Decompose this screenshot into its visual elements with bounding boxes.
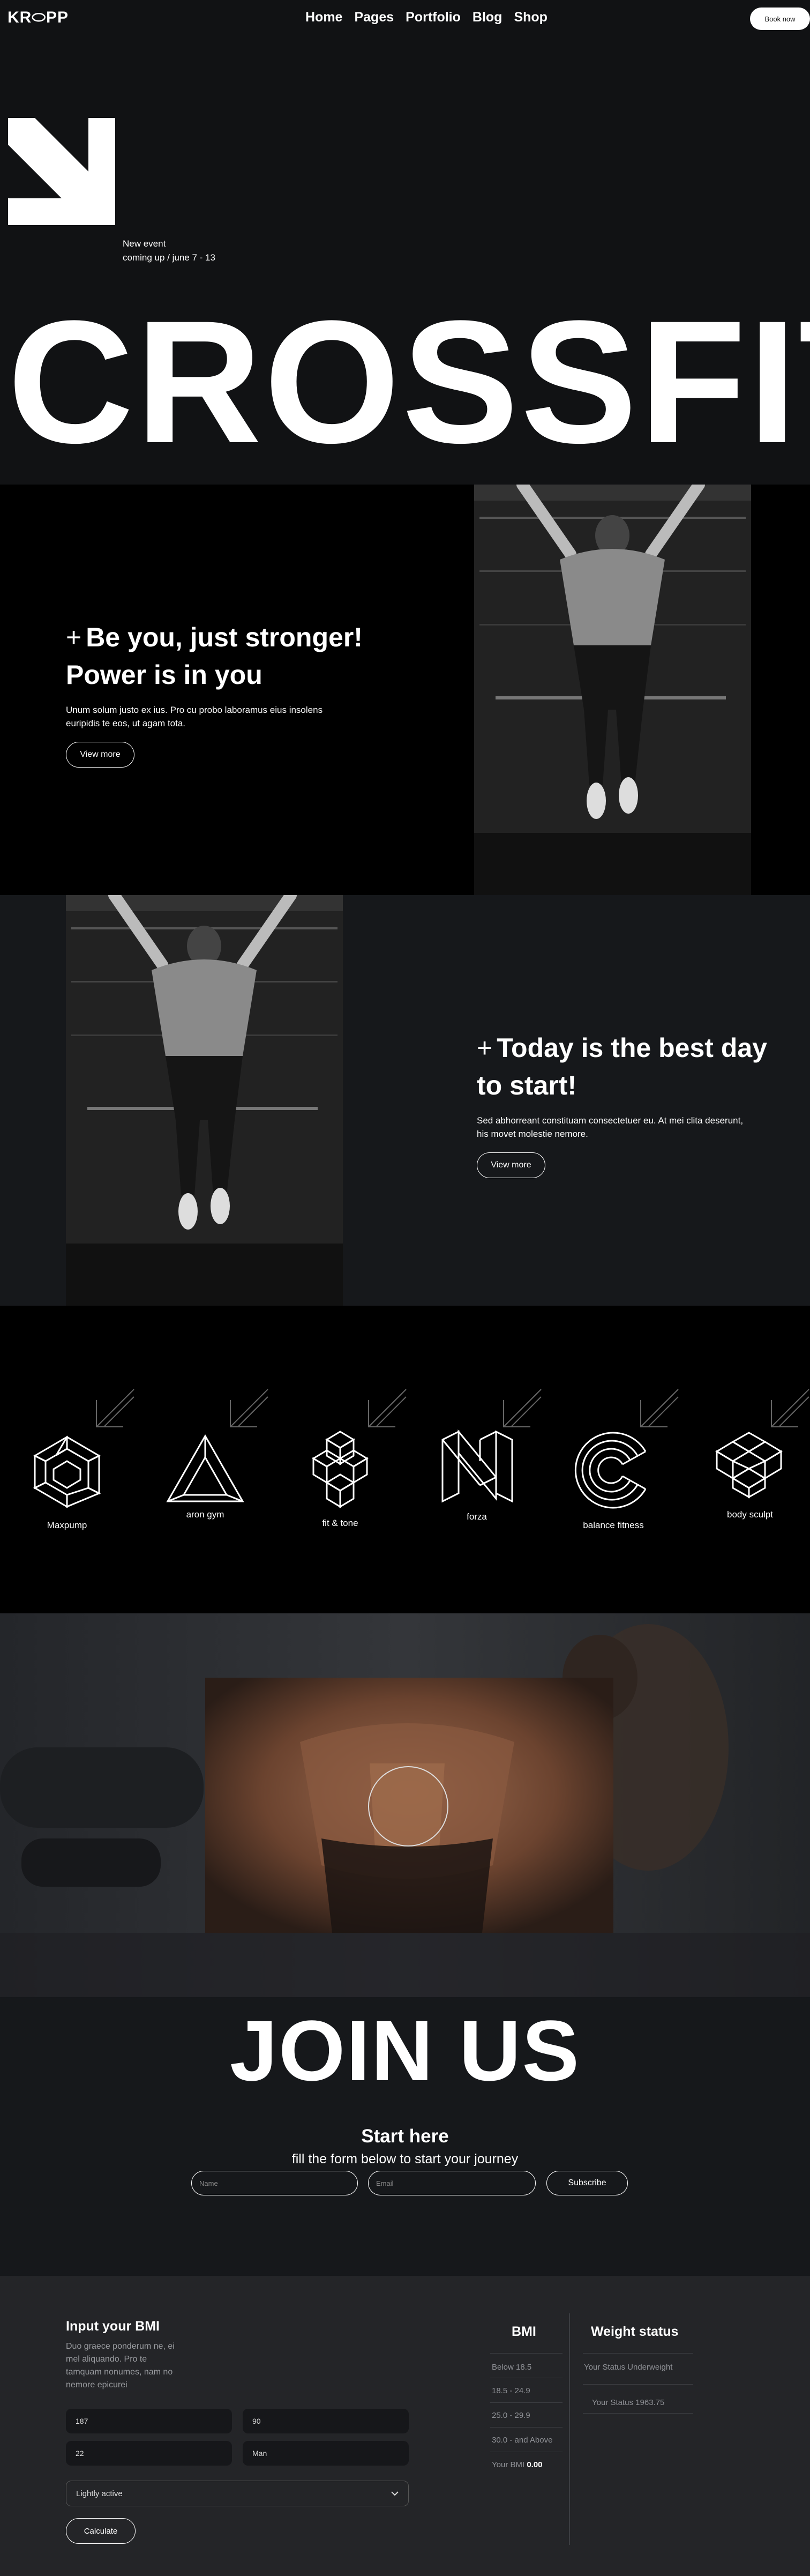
status-underweight: Your Status Underweight: [584, 2363, 673, 2372]
gym-background-photo: [0, 1613, 810, 1997]
join-subtitle: Start here: [361, 2126, 449, 2147]
arrow-down-right-icon: [230, 1389, 268, 1427]
brand-forza: forza: [467, 1512, 487, 1522]
arrow-down-right-icon: [368, 1389, 407, 1427]
today-section: + Today is the best day to start! Sed abh…: [0, 895, 810, 1306]
arrow-down-right-icon: [503, 1389, 542, 1427]
weight-status-header: Weight status: [591, 2324, 679, 2339]
nav-portfolio[interactable]: Portfolio: [406, 10, 461, 25]
activity-value: Lightly active: [76, 2489, 123, 2498]
bmi-range-1: Below 18.5: [492, 2363, 532, 2372]
your-bmi: Your BMI 0.00: [492, 2460, 543, 2469]
divider: [490, 2353, 562, 2354]
site-logo[interactable]: KR⬭PP: [8, 9, 69, 27]
calculate-button[interactable]: Calculate: [66, 2518, 136, 2544]
your-bmi-label: Your BMI: [492, 2460, 525, 2469]
name-input[interactable]: Name: [191, 2171, 358, 2195]
brand-maxpump: Maxpump: [47, 1520, 87, 1530]
weight-field[interactable]: 90: [243, 2409, 409, 2433]
event-label: New event: [123, 239, 166, 249]
power-section: + Be you, just stronger! Power is in you …: [0, 485, 810, 895]
view-more-button-2[interactable]: View more: [477, 1152, 545, 1178]
today-content: + Today is the best day to start! Sed abh…: [477, 1029, 777, 1178]
nav-home[interactable]: Home: [305, 10, 342, 25]
hero-headline: CROSSFIT: [8, 285, 810, 480]
main-nav: Home Pages Portfolio Blog Shop: [305, 10, 548, 25]
join-text: fill the form below to start your journe…: [291, 2151, 519, 2166]
sex-field[interactable]: Man: [243, 2441, 409, 2466]
event-dates: coming up / june 7 - 13: [123, 252, 215, 263]
plus-icon: +: [66, 622, 82, 652]
table-vertical-divider: [569, 2313, 570, 2545]
divider: [583, 2413, 693, 2414]
age-field[interactable]: 22: [66, 2441, 232, 2466]
email-input[interactable]: Email: [368, 2171, 536, 2195]
bmi-range-2: 18.5 - 24.9: [492, 2386, 530, 2395]
your-bmi-value: 0.00: [527, 2460, 543, 2469]
view-more-button[interactable]: View more: [66, 742, 134, 768]
page: KR⬭PP Home Pages Portfolio Blog Shop Boo…: [0, 0, 810, 2576]
nav-shop[interactable]: Shop: [514, 10, 548, 25]
body-sculpt-logo[interactable]: [711, 1430, 786, 1500]
gym-photo-section: [0, 1613, 810, 1997]
join-headline: JOIN US: [229, 2002, 581, 2098]
arrow-down-right-icon: [640, 1389, 679, 1427]
brand-body-sculpt: body sculpt: [727, 1509, 773, 1520]
bmi-range-3: 25.0 - 29.9: [492, 2411, 530, 2420]
brand-balance-fitness: balance fitness: [583, 1520, 644, 1530]
arrow-down-right-icon: [96, 1389, 134, 1427]
today-text: Sed abhorreant constituam consectetuer e…: [477, 1115, 744, 1139]
divider: [583, 2353, 693, 2354]
divider: [490, 2427, 562, 2428]
athlete-photo-2: [66, 895, 343, 1306]
balance-fitness-logo[interactable]: [573, 1430, 654, 1510]
arrow-down-right-icon: [8, 118, 115, 225]
site-header: KR⬭PP Home Pages Portfolio Blog Shop Boo…: [0, 0, 810, 38]
power-text: Unum solum justo ex ius. Pro cu probo la…: [66, 705, 323, 728]
event-info: New event coming up / june 7 - 13: [123, 237, 215, 265]
athlete-photo: [474, 485, 751, 895]
subscribe-button[interactable]: Subscribe: [546, 2171, 628, 2195]
book-now-button[interactable]: Book now: [750, 8, 810, 30]
brand-aron-gym: aron gym: [186, 1509, 224, 1520]
brand-fit-tone: fit & tone: [322, 1518, 358, 1528]
bmi-range-4: 30.0 - and Above: [492, 2436, 553, 2445]
power-title-2: Power is in you: [66, 660, 262, 690]
hero-section: New event coming up / june 7 - 13 CROSSF…: [0, 38, 810, 485]
aron-gym-logo[interactable]: [165, 1432, 245, 1507]
divider: [583, 2384, 693, 2385]
activity-select[interactable]: Lightly active: [66, 2481, 409, 2506]
today-title: + Today is the best day: [477, 1029, 777, 1067]
today-title-2: to start!: [477, 1070, 577, 1100]
maxpump-logo[interactable]: [27, 1432, 107, 1512]
fit-tone-logo[interactable]: [303, 1429, 378, 1509]
forza-logo[interactable]: [437, 1429, 518, 1504]
brands-section: Maxpump aron gym fit & tone forza balanc…: [0, 1306, 810, 1613]
power-title: + Be you, just stronger!: [66, 619, 366, 656]
bmi-description: Duo graece ponderum ne, ei mel aliquando…: [66, 2342, 175, 2389]
height-field[interactable]: 187: [66, 2409, 232, 2433]
chevron-down-icon: [391, 2491, 399, 2496]
power-content: + Be you, just stronger! Power is in you …: [66, 619, 366, 768]
divider: [490, 2402, 562, 2403]
nav-blog[interactable]: Blog: [472, 10, 502, 25]
bmi-title: Input your BMI: [66, 2319, 160, 2334]
nav-pages[interactable]: Pages: [354, 10, 394, 25]
plus-icon: +: [477, 1033, 493, 1063]
status-value: Your Status 1963.75: [592, 2398, 665, 2407]
bmi-table-header: BMI: [512, 2324, 536, 2339]
arrow-down-right-icon: [771, 1389, 809, 1427]
